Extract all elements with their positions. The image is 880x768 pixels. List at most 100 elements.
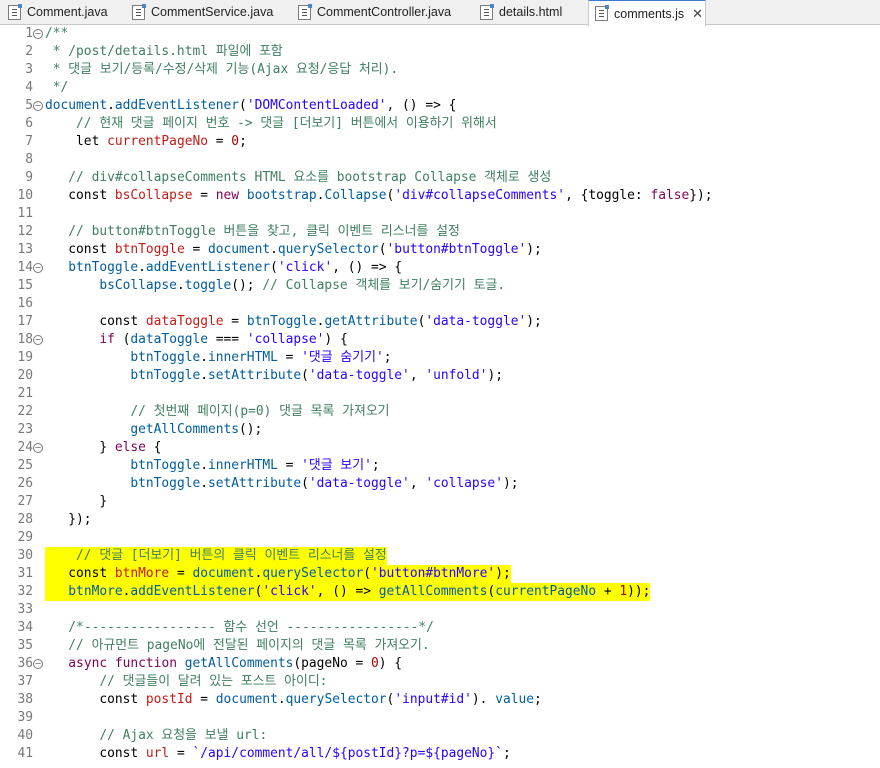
code-token: innerHTML — [208, 350, 278, 365]
code-token: '댓글 보기' — [301, 458, 372, 473]
code-token: , — [409, 476, 426, 491]
tab-comments-js[interactable]: comments.js ✕ — [588, 0, 706, 26]
code-line: 21 — [0, 385, 880, 403]
code-token: value — [495, 692, 535, 707]
code-token: addEventListener — [114, 98, 240, 113]
code-token: , () => { — [386, 98, 457, 113]
code-line: 13 const btnToggle = document.querySelec… — [0, 241, 880, 259]
code-token: . — [138, 260, 146, 275]
fold-toggle-icon[interactable]: − — [33, 443, 43, 453]
code-token: . — [176, 278, 185, 293]
code-text: // 댓글들이 달려 있는 포스트 아이디: — [45, 673, 327, 691]
line-number: 30 — [17, 548, 33, 563]
code-token: // 댓글 [더보기] 버튼의 클릭 이벤트 리스너를 설정 — [76, 548, 387, 563]
code-line: 26 btnToggle.setAttribute('data-toggle',… — [0, 475, 880, 493]
code-token: 1 — [619, 584, 628, 599]
code-token: { — [145, 440, 162, 455]
code-token: (); — [231, 278, 263, 293]
code-line: 10 const bsCollapse = new bootstrap.Coll… — [0, 187, 880, 205]
fold-toggle-icon[interactable]: − — [33, 29, 43, 39]
code-line: 38 const postId = document.querySelector… — [0, 691, 880, 709]
line-number: 9 — [25, 170, 33, 185]
line-number: 32 — [17, 584, 33, 599]
code-token: = — [192, 692, 216, 707]
code-line: 39 — [0, 709, 880, 727]
line-number: 24 — [17, 440, 33, 455]
code-text: if (dataToggle === 'collapse') { — [45, 331, 347, 349]
fold-toggle-icon[interactable]: − — [33, 659, 43, 669]
tab-commentcontroller-java[interactable]: CommentController.java — [298, 0, 451, 24]
line-number: 33 — [17, 602, 33, 617]
code-token: 'DOMContentLoaded' — [246, 98, 387, 113]
code-text: btnToggle.addEventListener('click', () =… — [45, 259, 402, 277]
code-line: 22 // 첫번째 페이지(p=0) 댓글 목록 가져오기 — [0, 403, 880, 421]
code-token: 'input#id' — [394, 692, 472, 707]
fold-toggle-icon[interactable]: − — [33, 335, 43, 345]
code-token: innerHTML — [208, 458, 278, 473]
code-token: . — [200, 350, 208, 365]
line-number: 13 — [17, 242, 33, 257]
code-line: 16 — [0, 295, 880, 313]
code-token: getAllComments — [184, 656, 294, 671]
code-token: const — [45, 314, 146, 329]
editor-tab-bar: Comment.java CommentService.java CommentCo… — [0, 0, 880, 26]
code-line: 28 }); — [0, 511, 880, 529]
line-number: 7 — [25, 134, 33, 149]
code-token: } — [45, 440, 115, 455]
code-text: const postId = document.querySelector('i… — [45, 691, 541, 709]
code-editor[interactable]: 1−/** 2 * /post/details.html 파일에 포함 3 * 댓글… — [0, 25, 880, 768]
line-number: 17 — [17, 314, 33, 329]
java-file-icon — [132, 3, 146, 20]
code-text: } — [45, 493, 107, 511]
line-number: 20 — [17, 368, 33, 383]
code-token: querySelector — [285, 692, 387, 707]
code-token: toggle — [184, 278, 232, 293]
tab-comment-java[interactable]: Comment.java — [4, 0, 108, 24]
code-line: 40 // Ajax 요청을 보낼 url: — [0, 727, 880, 745]
line-number: 2 — [25, 44, 33, 59]
code-token: const — [45, 692, 146, 707]
fold-toggle-icon[interactable]: − — [33, 263, 43, 273]
tab-commentservice-java[interactable]: CommentService.java — [132, 0, 273, 24]
line-number: 27 — [17, 494, 33, 509]
code-text: // button#btnToggle 버튼을 찾고, 클릭 이벤트 리스너를 … — [45, 223, 460, 241]
code-token: . — [107, 98, 115, 113]
code-token: document — [215, 692, 278, 707]
code-token: currentPageNo — [107, 134, 208, 149]
code-token: async — [68, 656, 108, 671]
code-text: btnToggle.innerHTML = '댓글 숨기기'; — [45, 349, 391, 367]
code-token: ; — [371, 458, 380, 473]
code-token: . — [277, 692, 286, 707]
code-text: /*----------------- 함수 선언 --------------… — [45, 619, 434, 637]
code-text: // div#collapseComments HTML 요소를 bootstr… — [45, 169, 551, 187]
code-token: } — [45, 494, 108, 509]
code-token: 'data-toggle' — [425, 314, 527, 329]
code-token: ); — [495, 566, 511, 581]
code-token: , — [409, 368, 426, 383]
code-token: setAttribute — [208, 476, 302, 491]
code-text: getAllComments(); — [45, 421, 262, 439]
code-token: ) { — [378, 656, 403, 671]
line-number: 14 — [17, 260, 33, 275]
code-token: }); — [45, 512, 92, 527]
code-line: 24− } else { — [0, 439, 880, 457]
code-line: 11 — [0, 205, 880, 223]
code-text: }); — [45, 511, 92, 529]
code-token: /*----------------- 함수 선언 --------------… — [68, 620, 434, 635]
code-line: 37 // 댓글들이 달려 있는 포스트 아이디: — [0, 673, 880, 691]
code-token: currentPageNo — [495, 584, 597, 599]
close-tab-icon[interactable]: ✕ — [692, 6, 703, 22]
tab-details-html[interactable]: details.html — [480, 0, 562, 24]
code-token: ( — [378, 242, 387, 257]
fold-toggle-icon[interactable]: − — [33, 101, 43, 111]
code-token: = — [277, 458, 302, 473]
code-line: 36− async function getAllComments(pageNo… — [0, 655, 880, 673]
code-text: const dataToggle = btnToggle.getAttribut… — [45, 313, 541, 331]
code-token: querySelector — [277, 242, 379, 257]
